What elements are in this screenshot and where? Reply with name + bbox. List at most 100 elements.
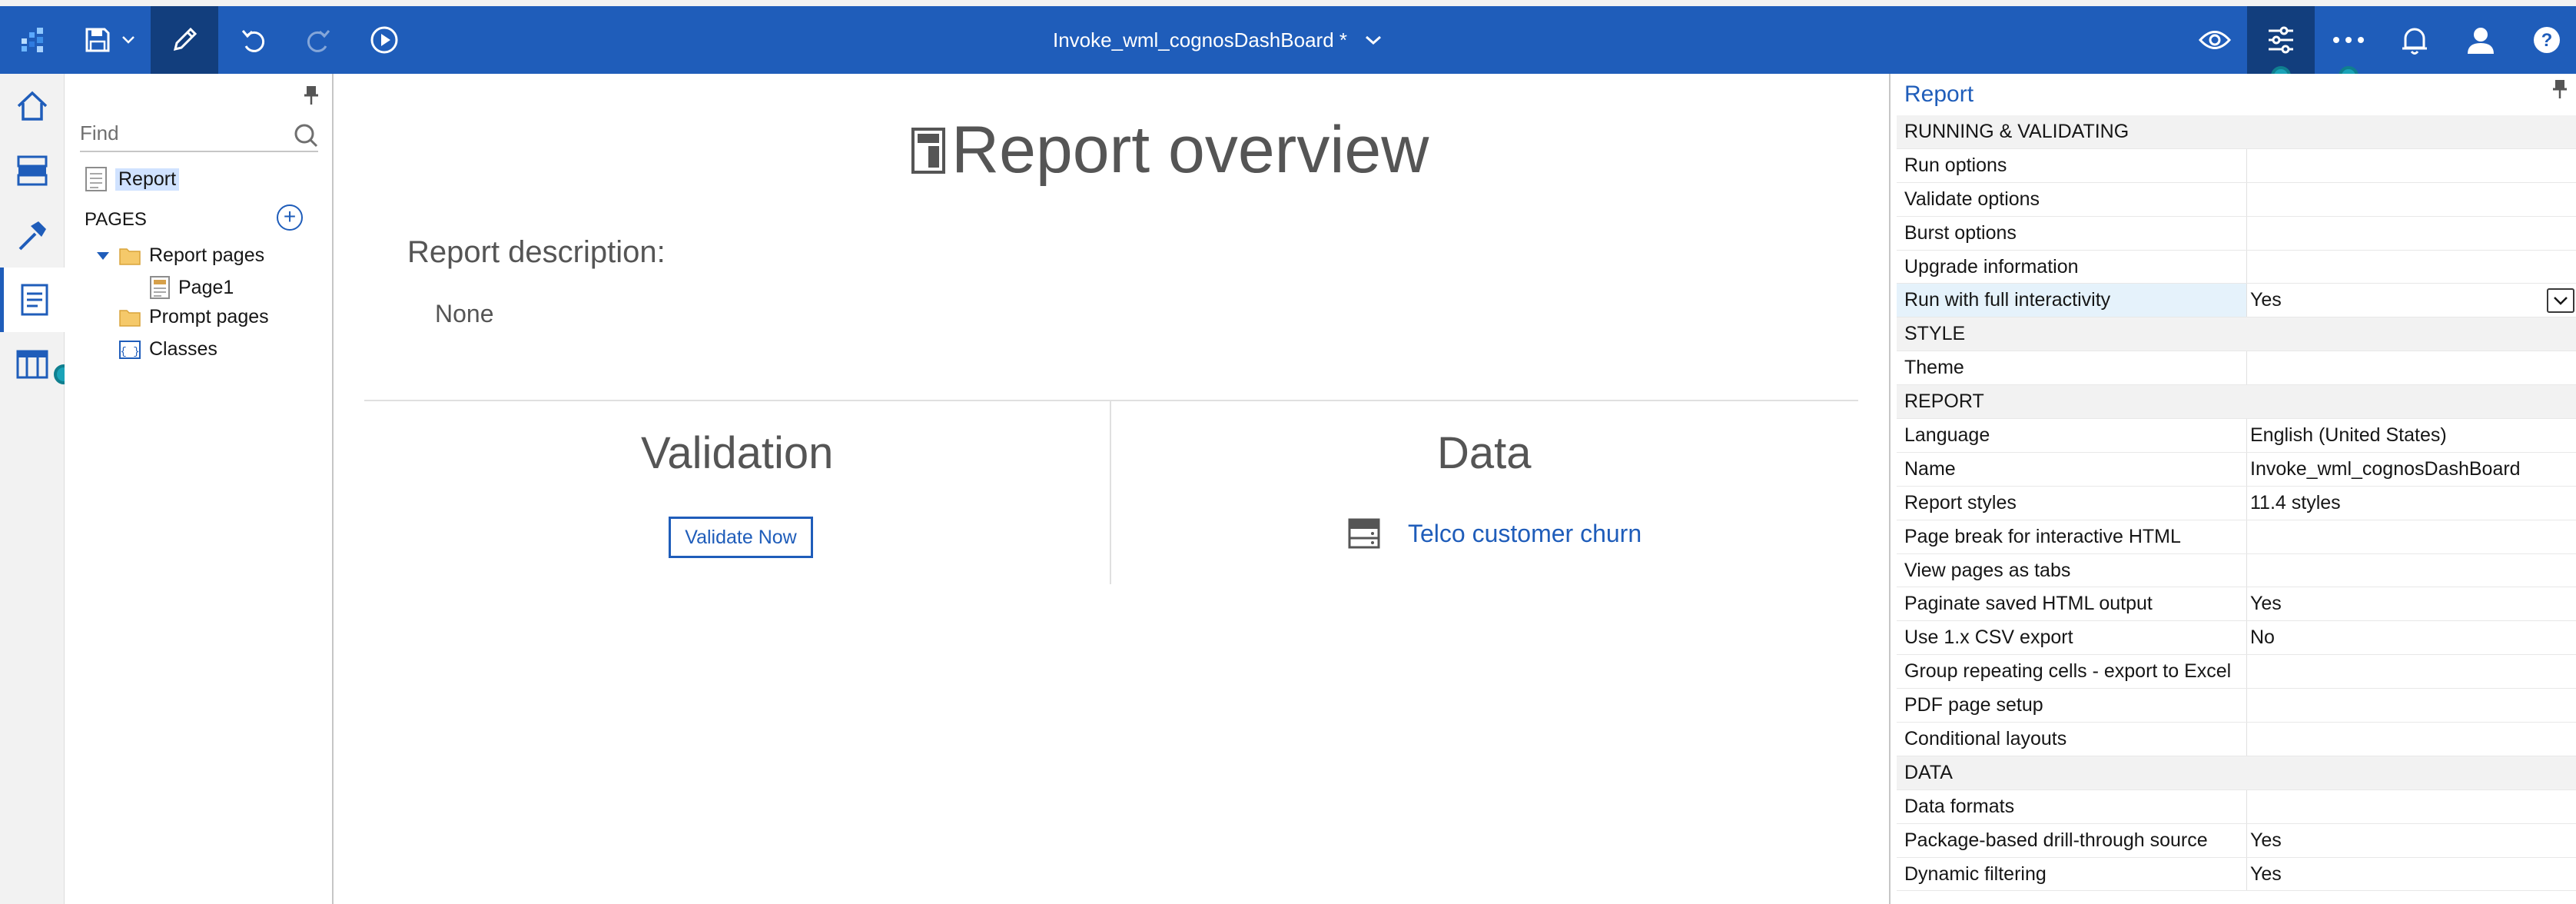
pin-icon[interactable] — [2551, 78, 2568, 100]
user-avatar-icon[interactable] — [2458, 6, 2504, 74]
property-row[interactable]: Run with full interactivity Yes — [1897, 284, 2576, 318]
property-value[interactable] — [2247, 217, 2576, 250]
property-row[interactable]: Upgrade information — [1897, 250, 2576, 284]
property-value[interactable] — [2247, 351, 2576, 384]
property-row[interactable]: View pages as tabs — [1897, 553, 2576, 588]
add-page-button[interactable]: + — [277, 204, 303, 231]
edit-pencil-icon[interactable] — [151, 6, 218, 74]
left-navigation-rail — [0, 74, 65, 904]
property-row[interactable]: Paginate saved HTML output Yes — [1897, 587, 2576, 622]
property-value-text: Yes — [2250, 289, 2282, 311]
property-value[interactable] — [2247, 520, 2576, 553]
folder-icon — [119, 248, 141, 265]
report-description-value[interactable]: None — [435, 300, 494, 328]
property-value[interactable]: Yes — [2247, 587, 2576, 620]
tree-item-report[interactable]: Report — [85, 166, 180, 192]
property-section-header: RUNNING & VALIDATING — [1897, 115, 2576, 149]
tree-item-label: Classes — [149, 338, 217, 360]
property-value[interactable] — [2247, 655, 2576, 688]
property-row[interactable]: Burst options — [1897, 216, 2576, 251]
svg-text:{ }: { } — [120, 346, 139, 358]
property-label: Package-based drill-through source — [1897, 823, 2247, 857]
document-title: Invoke_wml_cognosDashBoard * — [1053, 28, 1347, 52]
property-label: Run options — [1897, 148, 2247, 182]
tree-item-classes[interactable]: { } Classes — [118, 338, 217, 361]
chevron-down-icon[interactable] — [117, 6, 140, 74]
divider — [1110, 400, 1111, 584]
notification-bell-icon[interactable] — [2392, 6, 2438, 74]
property-label: Report styles — [1897, 486, 2247, 520]
property-value[interactable]: Yes — [2247, 284, 2576, 317]
property-row[interactable]: Package-based drill-through source Yes — [1897, 823, 2576, 858]
pages-icon[interactable] — [0, 268, 65, 332]
home-icon[interactable] — [0, 74, 65, 138]
property-label: Data formats — [1897, 789, 2247, 823]
property-value-text: 11.4 styles — [2250, 491, 2341, 513]
property-value[interactable]: Invoke_wml_cognosDashBoard — [2247, 453, 2576, 486]
property-label: Dynamic filtering — [1897, 857, 2247, 891]
tree-item-report-pages[interactable]: Report pages — [95, 244, 264, 267]
property-row[interactable]: Theme — [1897, 351, 2576, 386]
find-placeholder: Find — [80, 121, 119, 145]
property-label: View pages as tabs — [1897, 553, 2247, 587]
property-value[interactable]: Yes — [2247, 824, 2576, 857]
property-row[interactable]: Dynamic filtering Yes — [1897, 857, 2576, 892]
data-source-icon[interactable] — [0, 138, 65, 203]
tree-item-page1[interactable]: Page1 — [149, 275, 234, 300]
expand-caret-icon[interactable] — [95, 251, 111, 261]
undo-icon[interactable] — [231, 6, 277, 74]
property-row[interactable]: Report styles 11.4 styles — [1897, 486, 2576, 520]
property-value[interactable]: No — [2247, 621, 2576, 654]
property-label: Page break for interactive HTML — [1897, 520, 2247, 553]
property-row[interactable]: Use 1.x CSV export No — [1897, 621, 2576, 656]
pin-icon[interactable] — [303, 85, 320, 106]
property-value[interactable]: English (United States) — [2247, 419, 2576, 452]
dropdown-chevron-icon[interactable] — [2547, 288, 2574, 314]
property-value[interactable] — [2247, 251, 2576, 284]
property-row[interactable]: Validate options — [1897, 182, 2576, 217]
tree-item-label: Prompt pages — [149, 306, 269, 327]
property-value[interactable] — [2247, 723, 2576, 756]
property-label: Paginate saved HTML output — [1897, 587, 2247, 621]
report-description-label: Report description: — [407, 235, 666, 269]
toolbox-hammer-icon[interactable] — [0, 203, 65, 268]
property-row[interactable]: Data formats — [1897, 789, 2576, 824]
property-row[interactable]: Name Invoke_wml_cognosDashBoard — [1897, 452, 2576, 487]
top-strip — [0, 0, 2576, 6]
document-title-menu[interactable]: Invoke_wml_cognosDashBoard * — [1053, 6, 1383, 74]
columns-icon[interactable] — [0, 332, 65, 397]
property-row[interactable]: Language English (United States) — [1897, 419, 2576, 453]
property-row[interactable]: Run options — [1897, 148, 2576, 183]
property-value[interactable]: Yes — [2247, 858, 2576, 891]
app-switcher-icon[interactable] — [11, 6, 54, 74]
save-icon[interactable] — [80, 6, 115, 74]
property-value-text: Invoke_wml_cognosDashBoard — [2250, 457, 2521, 480]
search-icon[interactable] — [294, 123, 318, 148]
data-source-link[interactable]: Telco customer churn — [1348, 518, 1642, 549]
property-row[interactable]: Group repeating cells - export to Excel — [1897, 655, 2576, 690]
find-input[interactable]: Find — [80, 121, 318, 152]
property-row[interactable]: Page break for interactive HTML — [1897, 520, 2576, 554]
help-icon[interactable]: ? — [2524, 6, 2570, 74]
more-ellipsis-icon[interactable] — [2325, 6, 2372, 74]
property-label: Language — [1897, 419, 2247, 452]
property-value[interactable] — [2247, 554, 2576, 587]
run-play-icon[interactable] — [361, 6, 407, 74]
tree-item-label: Page1 — [178, 276, 234, 298]
property-section-label: RUNNING & VALIDATING — [1904, 120, 2130, 142]
redo-icon[interactable] — [295, 6, 341, 74]
property-value-text: Yes — [2250, 829, 2282, 851]
property-label: Upgrade information — [1897, 250, 2247, 284]
property-row[interactable]: PDF page setup — [1897, 689, 2576, 723]
property-value[interactable] — [2247, 790, 2576, 823]
properties-sliders-icon[interactable] — [2247, 6, 2315, 74]
property-row[interactable]: Conditional layouts — [1897, 723, 2576, 756]
tree-item-prompt-pages[interactable]: Prompt pages — [118, 306, 269, 328]
properties-title: Report — [1904, 81, 1974, 107]
preview-eye-icon[interactable] — [2192, 6, 2238, 74]
validate-now-button[interactable]: Validate Now — [669, 517, 813, 558]
property-value[interactable] — [2247, 689, 2576, 722]
property-value[interactable] — [2247, 183, 2576, 216]
property-value[interactable] — [2247, 149, 2576, 182]
property-value[interactable]: 11.4 styles — [2247, 487, 2576, 520]
